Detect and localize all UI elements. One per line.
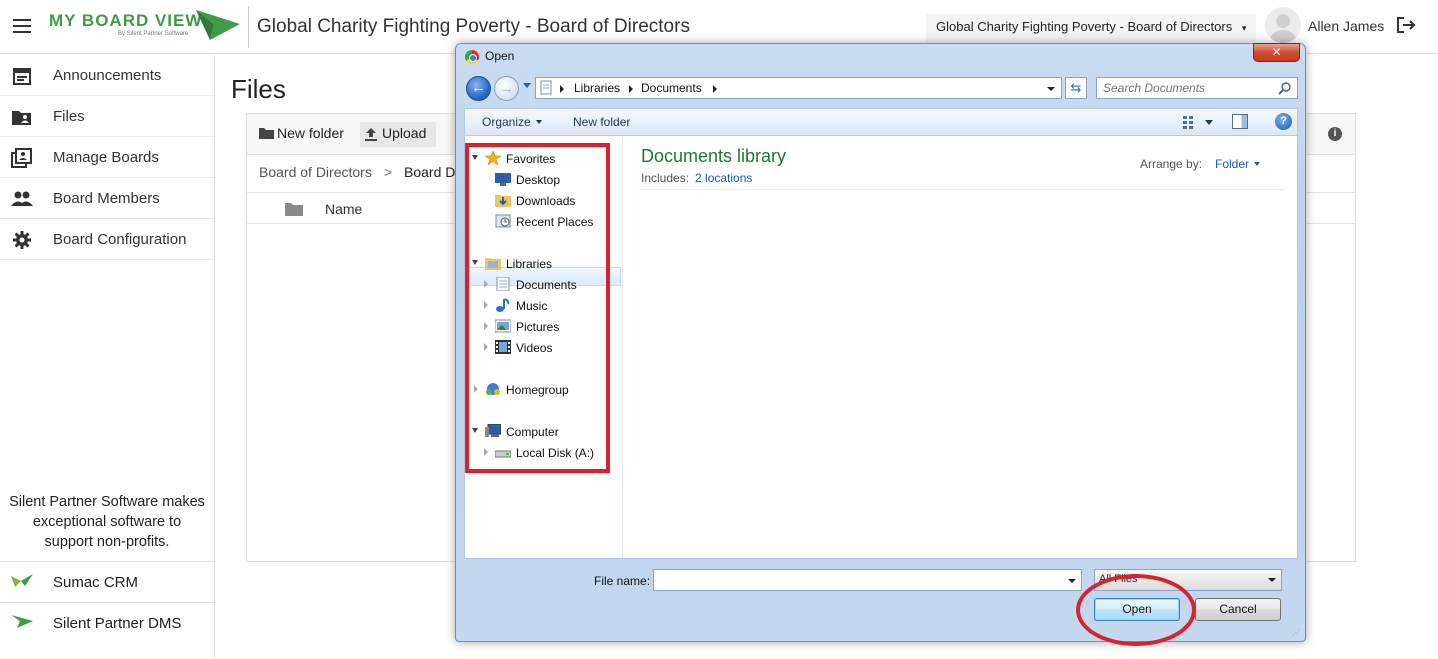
gear-icon: [13, 231, 31, 249]
sidebar-product-dms[interactable]: Silent Partner DMS: [0, 602, 214, 643]
chevron-down-icon: [1254, 162, 1261, 166]
upload-label: Upload: [382, 125, 427, 141]
annotation-highlight-ellipse: [1076, 574, 1196, 646]
boards-icon: [11, 148, 32, 168]
preview-pane-icon[interactable]: [1232, 114, 1248, 129]
chevron-down-icon: [535, 120, 542, 124]
chevron-right-icon[interactable]: [629, 85, 633, 93]
folder-column-icon: [285, 203, 303, 216]
chevron-right-icon[interactable]: [713, 85, 717, 93]
sidebar-product-label: Silent Partner DMS: [53, 615, 182, 632]
search-icon: [1278, 82, 1291, 95]
includes-label: Includes:: [641, 171, 690, 185]
dialog-command-bar: Organize New folder ?: [464, 108, 1298, 135]
library-includes: Includes: 2 locations: [641, 171, 752, 185]
file-name-label: File name:: [594, 574, 651, 588]
sidebar-item-label: Board Configuration: [53, 231, 187, 248]
dialog-new-folder-button[interactable]: New folder: [573, 115, 630, 129]
breadcrumb: Board of Directors > Board D: [259, 164, 455, 180]
hamburger-menu-icon[interactable]: [13, 19, 31, 33]
address-bar[interactable]: Libraries Documents: [535, 77, 1062, 99]
sidebar-item-manage-boards[interactable]: Manage Boards: [0, 137, 214, 178]
breadcrumb-current[interactable]: Board D: [404, 164, 455, 180]
search-box[interactable]: [1096, 77, 1298, 99]
chrome-app-icon: [465, 50, 479, 64]
address-segment-libraries[interactable]: Libraries: [574, 81, 620, 95]
change-view-icon[interactable]: [1183, 115, 1213, 129]
logo-subtitle: By Silent Partner Software: [118, 31, 189, 37]
resize-grip-icon[interactable]: ⋰: [1292, 628, 1300, 637]
dms-leaf-icon: [11, 615, 33, 628]
promo-text: Silent Partner Software makes exceptiona…: [9, 494, 205, 550]
sumac-leaf-icon: [11, 574, 33, 587]
upload-button[interactable]: Upload: [360, 122, 436, 147]
sidebar-item-board-members[interactable]: Board Members: [0, 178, 214, 219]
back-arrow-icon[interactable]: ←: [466, 76, 491, 101]
annotation-highlight-rectangle: [465, 143, 610, 473]
recent-locations-dropdown-icon[interactable]: [523, 83, 531, 88]
organize-menu[interactable]: Organize: [482, 115, 542, 129]
user-name[interactable]: Allen James: [1308, 18, 1384, 34]
refresh-icon[interactable]: ⇆: [1065, 77, 1087, 99]
sidebar-item-announcements[interactable]: Announcements: [0, 55, 214, 96]
folder-icon: [259, 128, 274, 139]
calendar-icon: [13, 68, 31, 85]
breadcrumb-board-of-directors[interactable]: Board of Directors: [259, 164, 372, 180]
logo-leaf-icon: [196, 10, 240, 40]
new-folder-label: New folder: [277, 125, 344, 141]
cancel-button[interactable]: Cancel: [1195, 598, 1281, 621]
close-button[interactable]: ✕: [1253, 43, 1300, 62]
dialog-navigation-bar: ← → Libraries Documents ⇆: [456, 72, 1305, 104]
organize-label: Organize: [482, 115, 531, 129]
includes-locations-link[interactable]: 2 locations: [695, 171, 752, 185]
organization-title: Global Charity Fighting Poverty - Board …: [257, 16, 690, 37]
chevron-right-icon[interactable]: [560, 85, 564, 93]
search-input[interactable]: [1103, 81, 1273, 95]
avatar[interactable]: [1265, 7, 1301, 43]
header-divider: [248, 6, 249, 48]
sidebar-item-label: Announcements: [53, 67, 162, 84]
new-folder-button[interactable]: New folder: [255, 122, 348, 147]
arrange-by-label: Arrange by:: [1140, 157, 1203, 171]
forward-arrow-icon[interactable]: →: [494, 76, 519, 101]
library-header-divider: [639, 189, 1285, 190]
chevron-down-icon: [1268, 578, 1276, 582]
address-dropdown-icon[interactable]: [1047, 87, 1055, 91]
file-name-field[interactable]: [653, 569, 1082, 591]
sidebar-item-files[interactable]: Files: [0, 96, 214, 137]
documents-small-icon: [540, 80, 552, 95]
upload-icon: [365, 128, 377, 141]
sidebar-item-label: Board Members: [53, 190, 160, 207]
board-select-dropdown[interactable]: Global Charity Fighting Poverty - Board …: [926, 14, 1257, 42]
breadcrumb-separator-icon: >: [383, 164, 393, 180]
logout-icon[interactable]: [1396, 16, 1416, 34]
sidebar-product-label: Sumac CRM: [53, 574, 139, 591]
info-icon[interactable]: i: [1328, 127, 1342, 141]
library-title: Documents library: [641, 146, 787, 166]
arrange-by-dropdown[interactable]: Folder: [1215, 157, 1261, 171]
arrange-by-value: Folder: [1215, 157, 1250, 171]
sidebar: Announcements Files Manage Boards Board …: [0, 55, 215, 659]
people-icon: [11, 191, 33, 206]
sidebar-item-label: Files: [53, 108, 85, 125]
sidebar-item-board-configuration[interactable]: Board Configuration: [0, 219, 214, 260]
chevron-down-icon: ▾: [1241, 23, 1247, 33]
sidebar-item-label: Manage Boards: [53, 149, 159, 166]
board-select-label: Global Charity Fighting Poverty - Board …: [936, 19, 1233, 34]
page-title: Files: [231, 74, 286, 104]
help-icon[interactable]: ?: [1275, 113, 1292, 130]
column-header-name[interactable]: Name: [325, 201, 362, 217]
file-name-dropdown-icon[interactable]: [1068, 579, 1076, 583]
sidebar-product-sumac[interactable]: Sumac CRM: [0, 561, 214, 602]
dialog-title: Open: [485, 49, 515, 63]
folder-user-icon: [12, 111, 31, 125]
app-logo[interactable]: MY BOARD VIEW: [49, 11, 202, 31]
address-segment-documents[interactable]: Documents: [641, 81, 702, 95]
